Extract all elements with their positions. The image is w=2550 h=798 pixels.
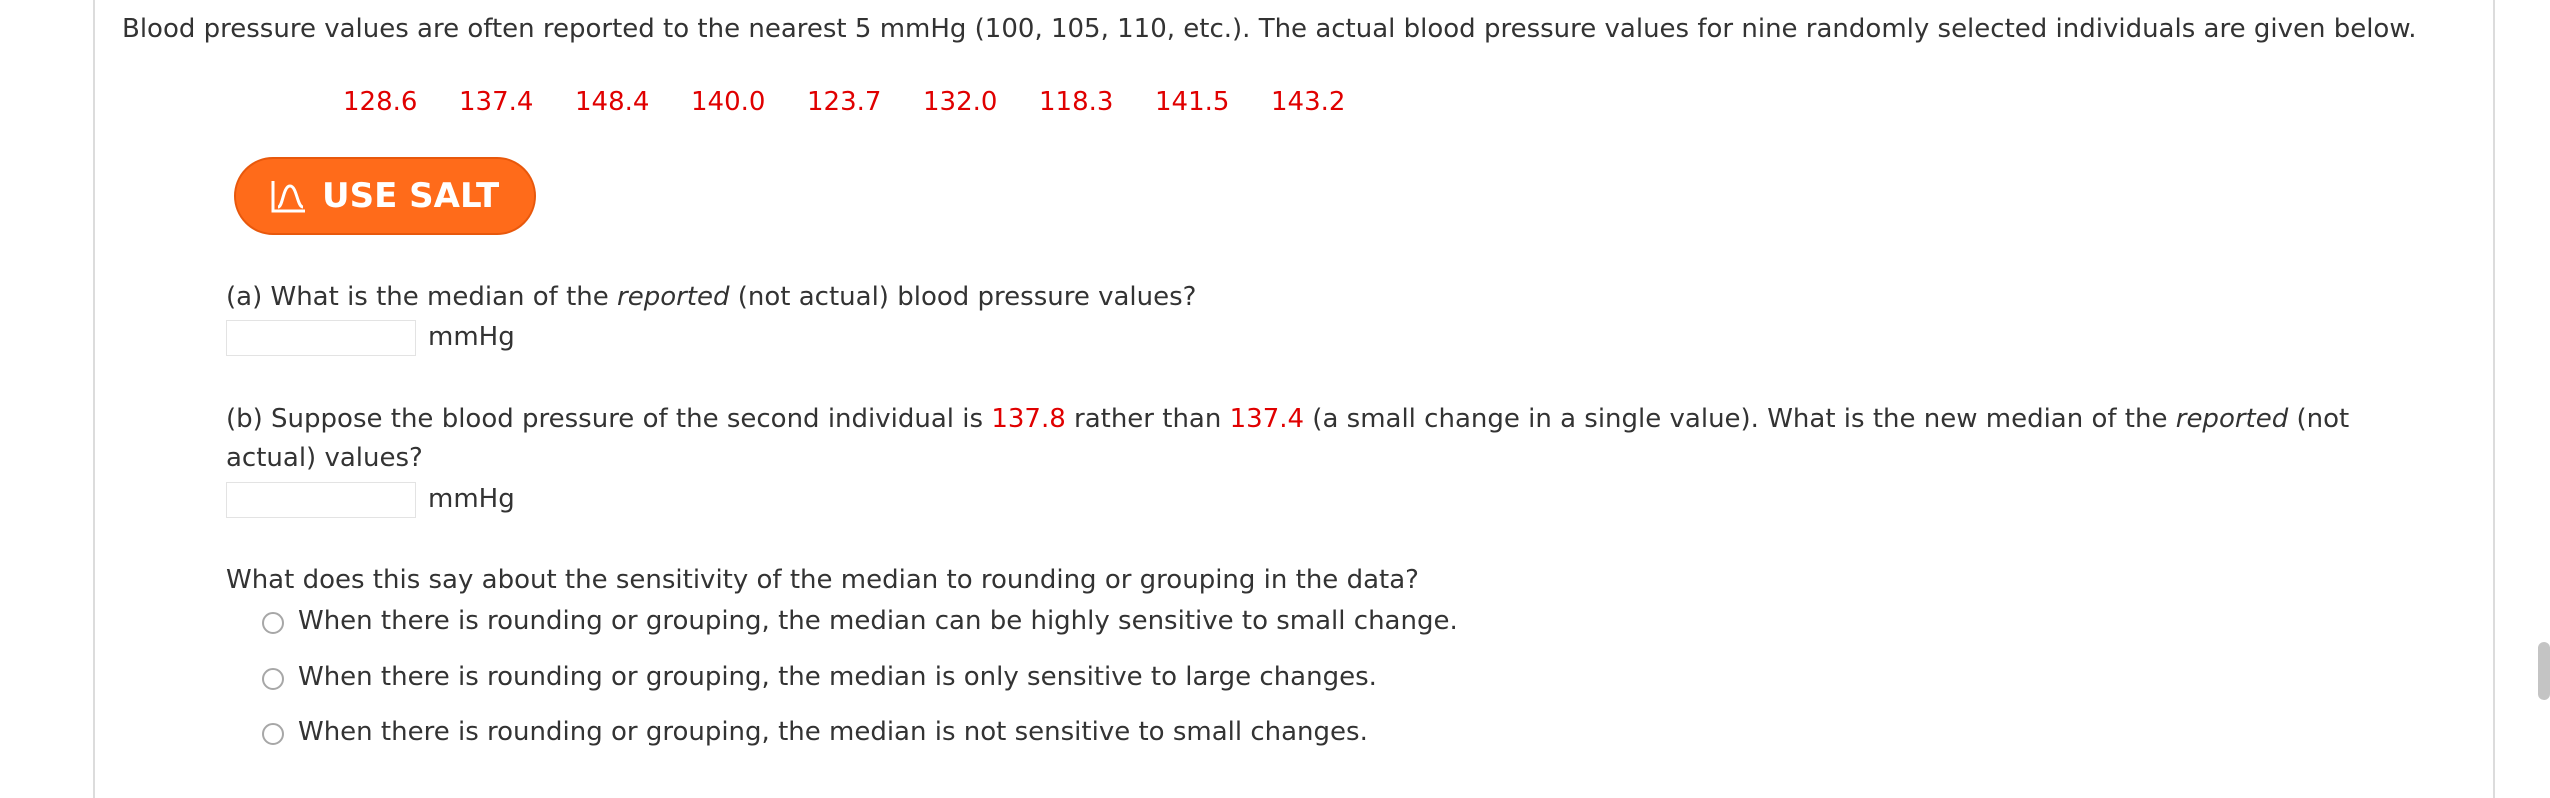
use-salt-button[interactable]: USE SALT <box>234 157 536 235</box>
value-item: 141.5 <box>1155 87 1230 117</box>
question-b: (b) Suppose the blood pressure of the se… <box>226 404 2350 434</box>
question-b-continued: actual) values? <box>226 443 423 473</box>
value-item: 123.7 <box>807 87 882 117</box>
question-a: (a) What is the median of the reported (… <box>226 282 1197 312</box>
value-item: 118.3 <box>1039 87 1114 117</box>
value-item: 143.2 <box>1271 87 1346 117</box>
salt-chart-icon <box>271 181 305 213</box>
answer-b-input[interactable] <box>226 482 416 518</box>
old-value: 137.4 <box>1229 404 1305 434</box>
option-2-label[interactable]: When there is rounding or grouping, the … <box>298 659 1377 695</box>
unit-b-label: mmHg <box>428 484 515 514</box>
option-3-label[interactable]: When there is rounding or grouping, the … <box>298 714 1368 750</box>
option-3-radio[interactable] <box>262 723 284 745</box>
value-item: 137.4 <box>459 87 534 117</box>
scrollbar-thumb[interactable] <box>2538 642 2550 700</box>
sensitivity-question: What does this say about the sensitivity… <box>226 565 1419 595</box>
value-item: 148.4 <box>575 87 650 117</box>
new-value: 137.8 <box>991 404 1066 434</box>
values-list: 128.6 137.4 148.4 140.0 123.7 132.0 118.… <box>343 84 1387 120</box>
option-1-label[interactable]: When there is rounding or grouping, the … <box>298 603 1458 639</box>
answer-a-input[interactable] <box>226 320 416 356</box>
unit-a-label: mmHg <box>428 322 515 352</box>
value-item: 132.0 <box>923 87 998 117</box>
option-2-radio[interactable] <box>262 668 284 690</box>
value-item: 140.0 <box>691 87 766 117</box>
use-salt-label: USE SALT <box>322 176 500 216</box>
intro-text: Blood pressure values are often reported… <box>122 14 2417 44</box>
option-1-radio[interactable] <box>262 612 284 634</box>
value-item: 128.6 <box>343 87 418 117</box>
